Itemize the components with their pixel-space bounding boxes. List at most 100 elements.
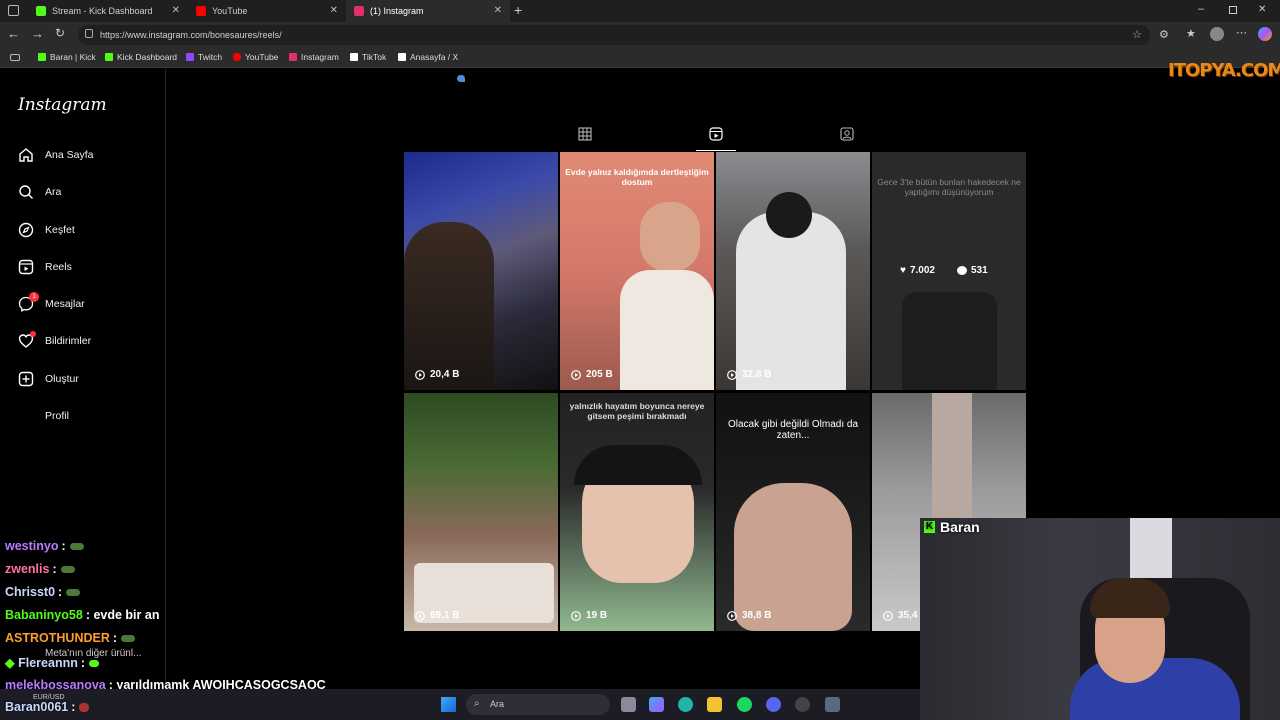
nav-explore[interactable]: Keşfet [18, 220, 75, 240]
reading-icon[interactable] [10, 54, 20, 61]
tab-posts[interactable] [565, 127, 605, 147]
play-icon [727, 369, 737, 380]
start-button[interactable] [441, 697, 456, 712]
reels-icon [709, 127, 723, 141]
tab-kick-dashboard[interactable]: Stream - Kick Dashboard ✕ [28, 0, 188, 22]
chat-message: ◆ Flereannn: [5, 655, 100, 670]
nav-notifications[interactable]: Bildirimler [18, 331, 91, 351]
comment-icon [956, 266, 967, 275]
emote-icon [69, 543, 84, 551]
emote-icon [79, 703, 90, 713]
reels-icon [18, 259, 34, 275]
close-icon[interactable]: ✕ [494, 5, 502, 16]
play-icon [571, 369, 581, 380]
tab-label: (1) Instagram [370, 6, 424, 16]
star-icon[interactable]: ☆ [1132, 28, 1142, 41]
emote-icon [121, 635, 136, 643]
instagram-logo[interactable]: Instagram [18, 95, 107, 115]
reel-tile-hovered[interactable]: Gece 3'te bütün bunları hakedecek ne yap… [872, 152, 1026, 390]
file-explorer-icon[interactable] [707, 697, 722, 712]
emote-icon [66, 589, 81, 597]
tab-youtube[interactable]: YouTube ✕ [188, 0, 346, 22]
tab-label: YouTube [212, 6, 248, 16]
calculator-icon[interactable] [825, 697, 840, 712]
new-tab-button[interactable]: + [514, 2, 522, 18]
reel-tile[interactable]: 20,4 B [404, 152, 558, 390]
reel-caption: Gece 3'te bütün bunları hakedecek ne yap… [877, 177, 1021, 197]
reel-tile[interactable]: Evde yalnız kaldığımda dertleştiğim dost… [560, 152, 714, 390]
tab-instagram[interactable]: (1) Instagram ✕ [346, 0, 510, 22]
bookmark-twitch[interactable]: Twitch [186, 52, 222, 62]
url-field[interactable]: https://www.instagram.com/bonesaures/ree… [78, 25, 1150, 45]
nav-profile[interactable]: Profil [18, 406, 69, 426]
reel-tile[interactable]: Olacak gibi değildi Olmadı da zaten... 3… [716, 393, 870, 631]
nav-messages[interactable]: 1 Mesajlar [18, 292, 85, 314]
bookmark-youtube[interactable]: YouTube [233, 52, 278, 62]
reel-caption: Evde yalnız kaldığımda dertleştiğim dost… [565, 167, 709, 187]
url-text: https://www.instagram.com/bonesaures/ree… [100, 30, 282, 40]
favorites-icon[interactable]: ★ [1186, 27, 1196, 40]
windows-taskbar: EUR/USD Baran0061: ⌕ Ara [0, 689, 920, 720]
hover-stats: ♥ 7.002 531 [900, 265, 988, 276]
messenger-icon: 1 [18, 292, 39, 312]
reload-button[interactable]: ↻ [55, 26, 65, 40]
close-icon[interactable]: ✕ [330, 5, 338, 16]
reel-thumbnail [736, 212, 846, 390]
task-view-icon[interactable] [621, 697, 636, 712]
maximize-button[interactable] [1229, 6, 1237, 14]
nav-home[interactable]: Ana Sayfa [18, 145, 93, 165]
tiktok-icon [350, 53, 358, 61]
copilot-icon[interactable] [1258, 27, 1272, 41]
reel-tile[interactable]: 32,8 B [716, 152, 870, 390]
nav-create[interactable]: Oluştur [18, 369, 79, 389]
tab-actions-icon[interactable] [8, 5, 19, 16]
forward-button[interactable]: → [31, 26, 44, 41]
youtube-icon [233, 53, 241, 61]
compass-icon [18, 222, 34, 238]
close-window-button[interactable]: ✕ [1258, 4, 1266, 15]
bookmark-baran-kick[interactable]: Baran | Kick [38, 52, 96, 62]
view-count: 19 B [571, 610, 607, 621]
bookmark-tiktok[interactable]: TikTok [350, 52, 386, 62]
reel-thumbnail [404, 222, 494, 390]
tab-tagged[interactable] [827, 127, 867, 147]
kick-icon [36, 6, 46, 16]
nav-reels[interactable]: Reels [18, 257, 72, 277]
edge-icon[interactable] [678, 697, 693, 712]
extensions-icon[interactable]: ⚙ [1159, 28, 1169, 41]
webcam-name-label: K Baran [924, 519, 980, 535]
search-icon: ⌕ [474, 698, 480, 709]
back-button[interactable]: ← [7, 26, 20, 41]
more-icon[interactable]: ⋯ [1236, 26, 1247, 39]
x-icon [398, 53, 406, 61]
bookmark-x[interactable]: Anasayfa / X [398, 52, 458, 62]
nav-search[interactable]: Ara [18, 182, 61, 202]
reel-tile[interactable]: 69,1 B [404, 393, 558, 631]
play-icon [571, 610, 581, 621]
site-info-icon[interactable] [85, 29, 93, 38]
webcam-overlay [920, 518, 1280, 720]
discord-icon[interactable] [766, 697, 781, 712]
browser-tab-bar: Stream - Kick Dashboard ✕ YouTube ✕ (1) … [0, 0, 1280, 22]
chat-message: Babaninyo58: evde bir an [5, 608, 160, 622]
chat-message: Chrisst0: [5, 585, 81, 599]
close-icon[interactable]: ✕ [172, 5, 180, 16]
bookmark-kick-dashboard[interactable]: Kick Dashboard [105, 52, 177, 62]
tab-label: Stream - Kick Dashboard [52, 6, 153, 16]
reel-tile[interactable]: yalnızlık hayatım boyunca nereye gitsem … [560, 393, 714, 631]
heart-icon [18, 331, 36, 349]
obs-icon[interactable] [795, 697, 810, 712]
instagram-icon [354, 6, 364, 16]
spotify-icon[interactable] [737, 697, 752, 712]
minimize-button[interactable]: – [1198, 3, 1204, 15]
reel-thumbnail [734, 483, 852, 631]
chat-message: ASTROTHUNDER: [5, 631, 136, 645]
instagram-icon [289, 53, 297, 61]
taskbar-search[interactable]: ⌕ Ara [466, 694, 610, 715]
bookmark-instagram[interactable]: Instagram [289, 52, 339, 62]
play-icon [883, 610, 893, 621]
kick-icon: K [924, 521, 935, 533]
profile-avatar[interactable] [1210, 27, 1224, 41]
copilot-icon[interactable] [649, 697, 664, 712]
tab-reels[interactable] [696, 127, 736, 151]
